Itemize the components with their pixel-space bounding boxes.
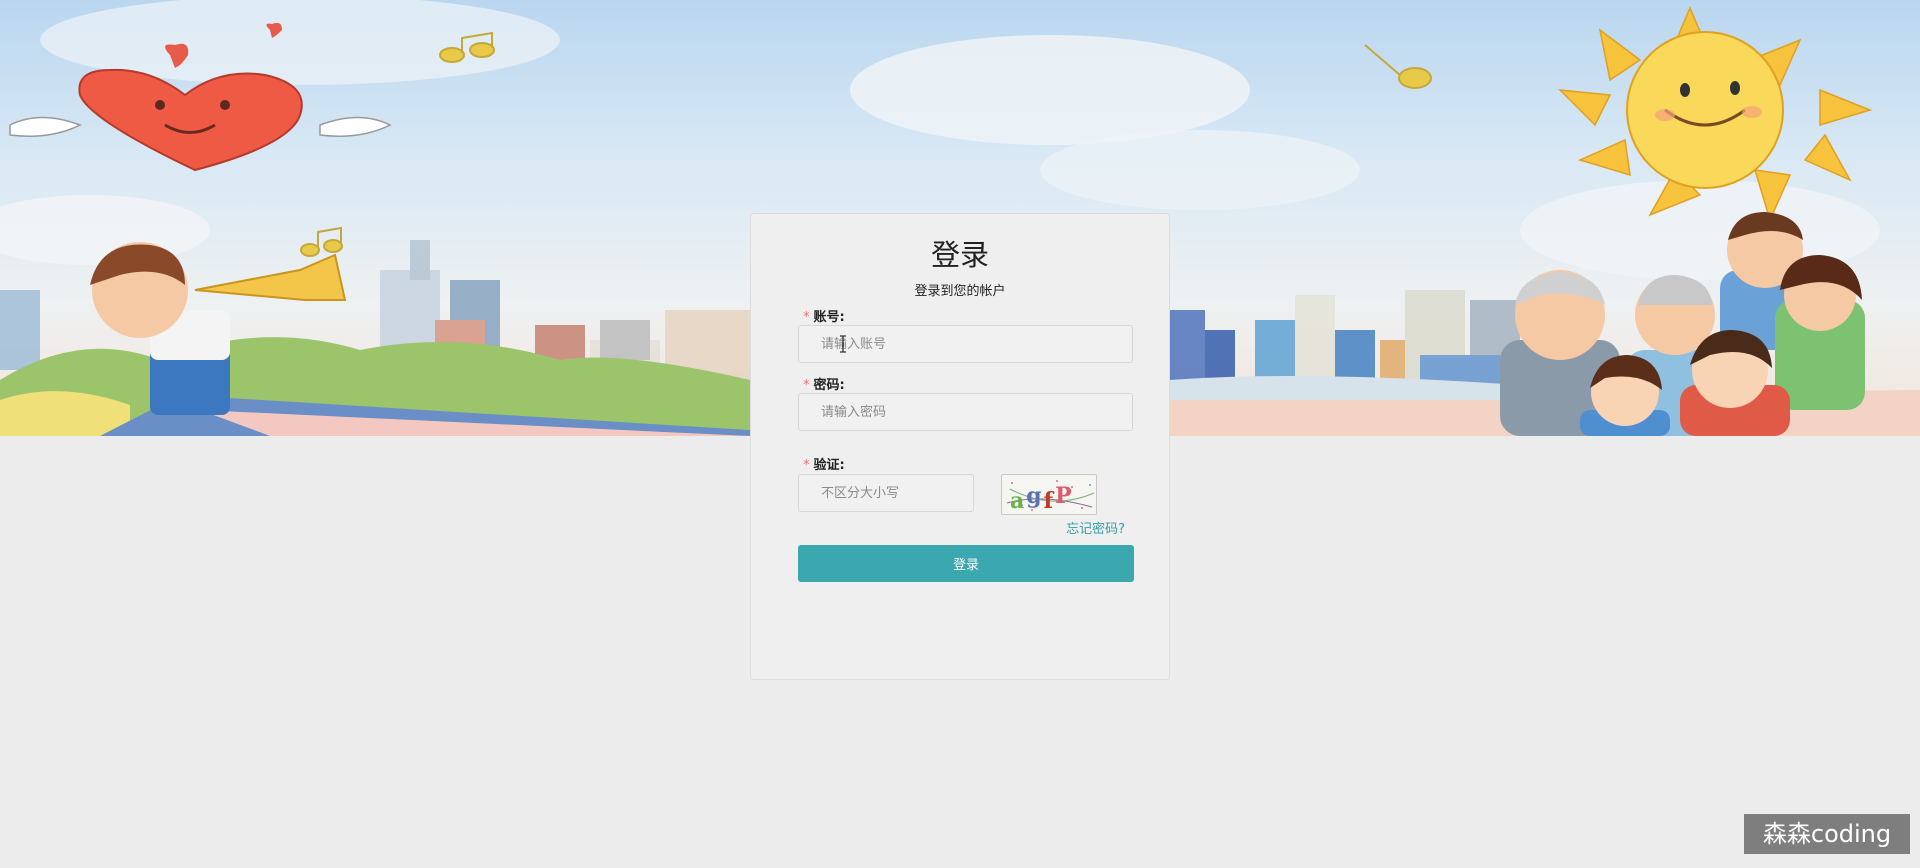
captcha-text: agfP <box>1010 483 1072 514</box>
text-cursor-icon <box>840 335 846 353</box>
required-mark: * <box>803 378 810 393</box>
required-mark: * <box>803 458 810 473</box>
password-input[interactable] <box>798 393 1133 431</box>
captcha-image[interactable]: agfP <box>1001 474 1097 515</box>
captcha-label-text: 验证: <box>813 458 845 473</box>
forgot-password-link[interactable]: 忘记密码? <box>1066 518 1125 537</box>
captcha-graphic: agfP <box>1006 480 1095 514</box>
account-label: * 账号: <box>803 306 845 325</box>
password-label-text: 密码: <box>813 378 845 393</box>
account-label-text: 账号: <box>813 310 845 325</box>
login-title: 登录 <box>930 238 989 272</box>
captcha-input[interactable] <box>798 474 974 512</box>
login-button[interactable]: 登录 <box>798 545 1134 582</box>
watermark: 森森coding <box>1744 814 1910 854</box>
account-input[interactable] <box>798 325 1133 363</box>
login-subtitle: 登录到您的帐户 <box>914 284 1006 299</box>
password-label: * 密码: <box>803 374 845 393</box>
captcha-label: * 验证: <box>803 454 845 473</box>
required-mark: * <box>803 310 810 325</box>
login-card: 登录 登录到您的帐户 *账号: *密码: *验证: agfP 忘记密码? 登录 <box>750 213 1170 680</box>
